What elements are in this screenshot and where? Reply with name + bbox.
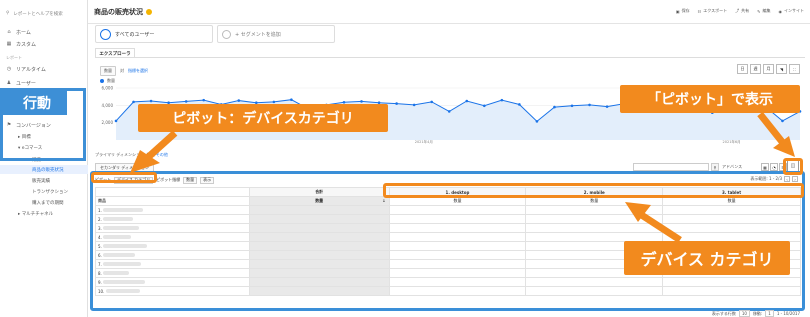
callout-arrows xyxy=(130,111,795,243)
arrow-to-pivot-select xyxy=(142,130,178,163)
arrow-to-pivot-icon xyxy=(757,111,786,146)
arrow-to-device-columns xyxy=(638,211,682,243)
